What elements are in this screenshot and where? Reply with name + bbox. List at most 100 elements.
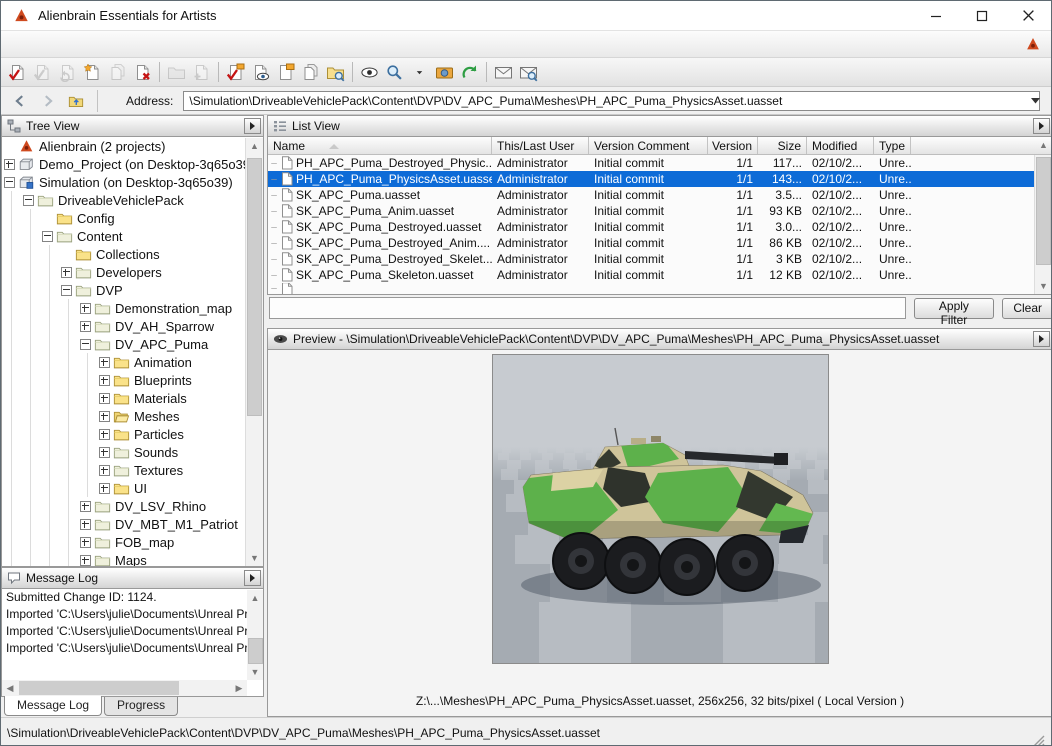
expand-icon[interactable] [97, 429, 111, 440]
expand-icon[interactable] [97, 483, 111, 494]
check-in-file-icon[interactable] [5, 60, 30, 85]
table-row[interactable]: –SK_APC_Puma_Skeleton.uassetAdministrato… [268, 267, 1052, 283]
message-scroll-thumb[interactable] [248, 638, 263, 664]
tree-panel-arrow-icon[interactable] [244, 118, 261, 134]
scroll-down-icon[interactable]: ▼ [1035, 278, 1052, 294]
table-row[interactable]: –PH_APC_Puma_PhysicsAsset.uassetAdminist… [268, 171, 1052, 187]
expand-icon[interactable] [78, 519, 92, 530]
expand-icon[interactable] [78, 501, 92, 512]
collapse-icon[interactable] [40, 231, 54, 242]
expand-icon[interactable] [97, 447, 111, 458]
column-header-version-comment[interactable]: Version Comment [589, 137, 708, 154]
apply-filter-button[interactable]: Apply Filter [914, 298, 995, 319]
column-header-this-last-user[interactable]: This/Last User [492, 137, 589, 154]
column-header-modified[interactable]: Modified [807, 137, 874, 154]
tree-item[interactable]: FOB_map [2, 533, 263, 551]
message-log-arrow-icon[interactable] [244, 570, 261, 586]
close-icon[interactable] [1005, 1, 1051, 30]
scroll-down-icon[interactable]: ▼ [246, 550, 263, 566]
table-row[interactable]: –SK_APC_Puma_Anim.uassetAdministratorIni… [268, 203, 1052, 219]
check-in-all-icon[interactable] [223, 60, 248, 85]
tree-item[interactable]: Textures [2, 461, 263, 479]
scroll-down-icon[interactable]: ▼ [247, 664, 263, 680]
clear-filter-button[interactable]: Clear [1002, 298, 1052, 319]
send-mail-icon[interactable] [491, 60, 516, 85]
expand-icon[interactable] [97, 375, 111, 386]
tree-item[interactable]: UI [2, 479, 263, 497]
tree-item[interactable]: Content [2, 227, 263, 245]
tree-item[interactable]: Particles [2, 425, 263, 443]
scroll-left-icon[interactable]: ◀ [2, 680, 18, 696]
expand-icon[interactable] [78, 555, 92, 566]
tree-item[interactable]: Animation [2, 353, 263, 371]
scroll-right-icon[interactable]: ▶ [231, 680, 247, 696]
address-input[interactable] [183, 91, 1040, 111]
message-log-hscrollbar[interactable]: ◀ ▶ [2, 680, 247, 696]
up-folder-icon[interactable] [65, 90, 87, 112]
browse-find-icon[interactable] [323, 60, 348, 85]
tab-progress[interactable]: Progress [104, 697, 178, 716]
add-file-icon[interactable] [189, 60, 214, 85]
undo-check-out-icon[interactable] [55, 60, 80, 85]
tree-item[interactable]: DV_LSV_Rhino [2, 497, 263, 515]
list-scrollbar[interactable]: ▲ ▼ [1034, 155, 1052, 294]
tree-item[interactable]: DriveableVehiclePack [2, 191, 263, 209]
snapshot-icon[interactable] [432, 60, 457, 85]
scroll-up-icon[interactable]: ▲ [246, 138, 263, 154]
back-icon[interactable] [9, 90, 31, 112]
list-scroll-thumb[interactable] [1036, 157, 1051, 265]
collapse-icon[interactable] [2, 177, 16, 188]
preview-eye-icon[interactable] [357, 60, 382, 85]
tree-item[interactable]: DV_APC_Puma [2, 335, 263, 353]
collapse-icon[interactable] [21, 195, 35, 206]
check-out-file-icon[interactable] [30, 60, 55, 85]
tab-message-log[interactable]: Message Log [4, 696, 102, 716]
message-hscroll-thumb[interactable] [19, 681, 179, 695]
tree-scrollbar[interactable]: ▲ ▼ [245, 138, 263, 566]
table-row[interactable]: –SK_APC_Puma.uassetAdministratorInitial … [268, 187, 1052, 203]
expand-icon[interactable] [97, 393, 111, 404]
alienbrain-menubar-icon[interactable] [1025, 36, 1041, 52]
expand-icon[interactable] [78, 537, 92, 548]
tree-item[interactable]: Meshes [2, 407, 263, 425]
message-log-vscrollbar[interactable]: ▲ ▼ [247, 590, 263, 680]
forward-icon[interactable] [37, 90, 59, 112]
tree-item[interactable]: Simulation (on Desktop-3q65o39) [2, 173, 263, 191]
expand-icon[interactable] [97, 411, 111, 422]
tree-item[interactable]: Config [2, 209, 263, 227]
expand-icon[interactable] [78, 321, 92, 332]
tree-item[interactable]: Demonstration_map [2, 299, 263, 317]
table-row[interactable]: –SK_APC_Puma_Destroyed_Skelet...Administ… [268, 251, 1052, 267]
tree-item[interactable]: Sounds [2, 443, 263, 461]
tree-item[interactable]: Demo_Project (on Desktop-3q65o39) [2, 155, 263, 173]
expand-icon[interactable] [78, 303, 92, 314]
edit-properties-icon[interactable] [273, 60, 298, 85]
expand-icon[interactable] [2, 159, 16, 170]
minimize-icon[interactable] [913, 1, 959, 30]
open-folder-icon[interactable] [164, 60, 189, 85]
column-header-type[interactable]: Type [874, 137, 911, 154]
expand-icon[interactable] [59, 267, 73, 278]
tree-scroll-thumb[interactable] [247, 158, 262, 416]
column-header-size[interactable]: Size [758, 137, 807, 154]
zoom-icon[interactable] [382, 60, 407, 85]
refresh-view-icon[interactable] [457, 60, 482, 85]
table-row[interactable]: –PH_APC_Puma_Destroyed_Physic...Administ… [268, 155, 1052, 171]
delete-file-icon[interactable] [130, 60, 155, 85]
address-dropdown-icon[interactable] [1027, 92, 1043, 110]
scroll-up-icon[interactable]: ▲ [1035, 137, 1052, 153]
copy-files-icon[interactable] [298, 60, 323, 85]
column-header-version[interactable]: Version [708, 137, 758, 154]
tree-item[interactable]: DV_AH_Sparrow [2, 317, 263, 335]
maximize-icon[interactable] [959, 1, 1005, 30]
expand-icon[interactable] [97, 465, 111, 476]
import-file-icon[interactable] [80, 60, 105, 85]
tree-item[interactable]: Collections [2, 245, 263, 263]
tree-item[interactable]: Materials [2, 389, 263, 407]
expand-icon[interactable] [97, 357, 111, 368]
filter-input[interactable] [269, 297, 906, 319]
show-file-icon[interactable] [248, 60, 273, 85]
search-mail-icon[interactable] [516, 60, 541, 85]
tree-item[interactable]: Blueprints [2, 371, 263, 389]
collapse-icon[interactable] [78, 339, 92, 350]
